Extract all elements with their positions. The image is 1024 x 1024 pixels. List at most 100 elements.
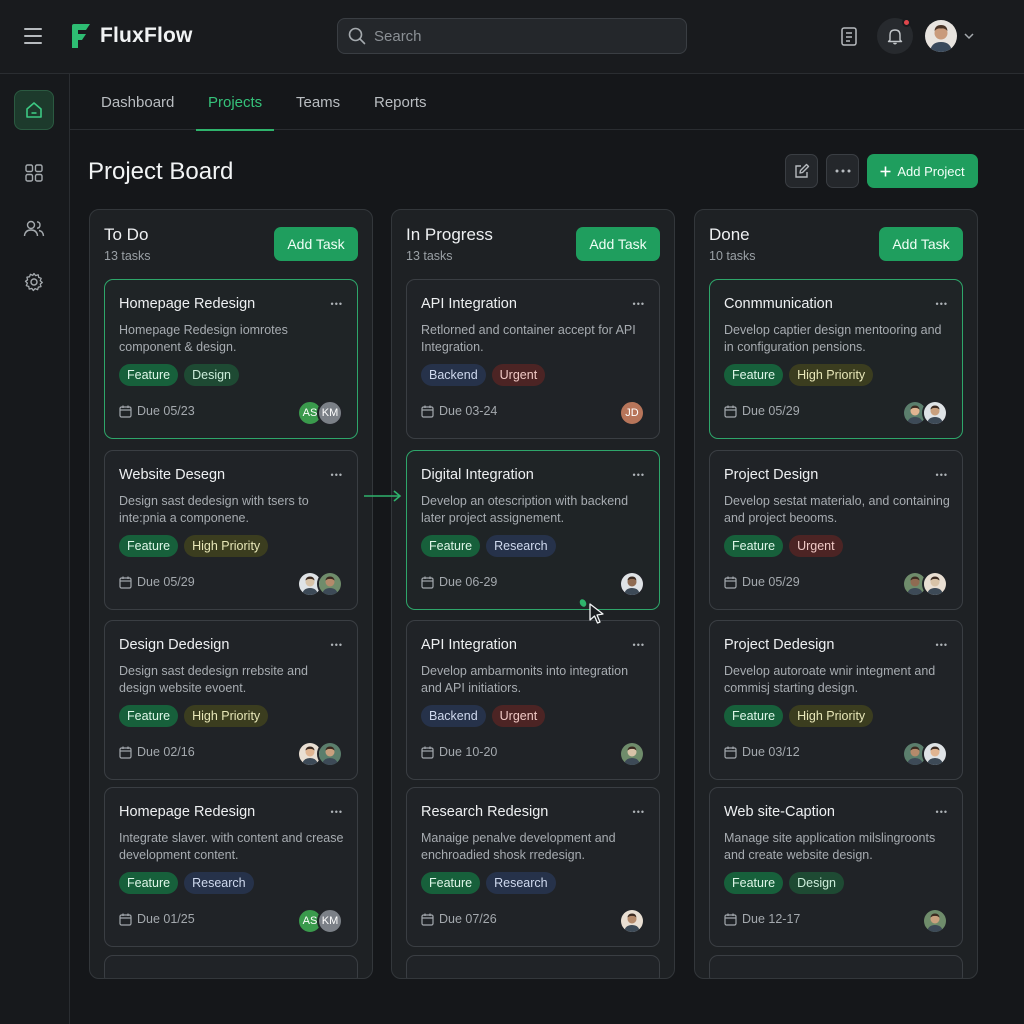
tab-reports[interactable]: Reports (374, 74, 427, 130)
due-date: Due 10-20 (421, 745, 497, 759)
tag-badge[interactable]: Feature (119, 872, 179, 894)
column-title: Done (709, 225, 750, 244)
calendar-icon (724, 746, 737, 759)
tag-badge[interactable]: Urgent (789, 535, 843, 557)
column-to-do: To Do 13 tasks Add Task Homepage Redesign ••… (89, 209, 373, 979)
assignee-avatar[interactable] (619, 741, 645, 767)
plus-icon (880, 166, 891, 176)
task-card[interactable]: Web site-Caption ••• Manage site applicati… (709, 787, 963, 947)
tag-badge[interactable]: High Priority (789, 705, 874, 727)
tab-projects[interactable]: Projects (196, 74, 275, 131)
assignee-avatar[interactable] (619, 908, 645, 934)
tag-badge[interactable]: Feature (724, 872, 784, 894)
tag-badge[interactable]: High Priority (789, 364, 874, 386)
task-card[interactable]: Homepage Redesign ••• Homepage Redesign io… (104, 279, 358, 439)
search-input[interactable] (374, 27, 664, 45)
more-icon[interactable]: ••• (936, 640, 948, 650)
tag-badge[interactable]: Feature (421, 872, 481, 894)
tag-badge[interactable]: Feature (724, 535, 784, 557)
add-task-button[interactable]: Add Task (576, 227, 660, 261)
assignee-avatar[interactable] (922, 571, 948, 597)
task-card[interactable]: Website Desegn ••• Design sast dedesign wi… (104, 450, 358, 610)
clipboard-icon[interactable] (839, 26, 859, 46)
sidebar-item-settings[interactable] (14, 262, 54, 302)
task-card[interactable]: API Integration ••• Develop ambarmonits in… (406, 620, 660, 780)
assignee-avatar[interactable] (922, 908, 948, 934)
tag-badge[interactable]: Urgent (491, 364, 546, 386)
sidebar-item-grid[interactable] (14, 153, 54, 193)
task-tags: Feature Design (119, 364, 240, 386)
more-icon[interactable]: ••• (331, 640, 343, 650)
more-icon[interactable]: ••• (633, 640, 645, 650)
tag-badge[interactable]: Backend (421, 364, 486, 386)
tag-badge[interactable]: Backend (421, 705, 486, 727)
tag-badge[interactable]: Research (486, 872, 556, 894)
edit-button[interactable] (785, 154, 818, 188)
more-icon[interactable]: ••• (331, 470, 343, 480)
assignee-avatar[interactable] (619, 571, 645, 597)
sidebar-item-users[interactable] (14, 208, 54, 248)
more-icon[interactable]: ••• (936, 299, 948, 309)
tag-badge[interactable]: Feature (119, 535, 179, 557)
more-icon[interactable]: ••• (331, 299, 343, 309)
task-description: Manage site application milslingroonts a… (724, 831, 936, 862)
assignee-avatar[interactable] (317, 741, 343, 767)
task-card[interactable]: Conmmunication ••• Develop captier design … (709, 279, 963, 439)
add-task-button[interactable]: Add Task (879, 227, 963, 261)
search-bar[interactable] (337, 18, 687, 54)
tag-badge[interactable]: Research (184, 872, 254, 894)
task-card[interactable]: Project Dedesign ••• Develop autoroate wni… (709, 620, 963, 780)
assignee-avatar[interactable] (317, 571, 343, 597)
due-date-label: Due 06-29 (439, 575, 498, 589)
chevron-down-icon[interactable] (962, 30, 976, 42)
tag-badge[interactable]: Feature (421, 535, 481, 557)
tag-badge[interactable]: Feature (119, 705, 179, 727)
due-date-label: Due 05/29 (742, 575, 800, 589)
task-card[interactable]: Research Redesign ••• Manaige penalve deve… (406, 787, 660, 947)
tab-teams[interactable]: Teams (296, 74, 340, 130)
more-icon[interactable]: ••• (633, 807, 645, 817)
add-task-button[interactable]: Add Task (274, 227, 358, 261)
sidebar-item-home[interactable] (14, 90, 54, 130)
assignee-avatar[interactable] (922, 400, 948, 426)
more-icon[interactable]: ••• (633, 299, 645, 309)
tab-dashboard[interactable]: Dashboard (101, 74, 174, 130)
assignee-avatar[interactable]: JD (619, 400, 645, 426)
add-project-button[interactable]: Add Project (867, 154, 978, 188)
tag-badge[interactable]: Feature (724, 364, 784, 386)
more-icon[interactable]: ••• (936, 807, 948, 817)
tag-badge[interactable]: Feature (724, 705, 784, 727)
more-options-button[interactable] (826, 154, 859, 188)
assignee-avatars (619, 741, 645, 767)
assignee-avatar[interactable] (922, 741, 948, 767)
tag-badge[interactable]: High Priority (184, 705, 269, 727)
assignee-avatar[interactable]: KM (317, 908, 343, 934)
hamburger-icon[interactable] (24, 28, 42, 44)
more-icon[interactable]: ••• (633, 470, 645, 480)
assignee-avatar[interactable]: KM (317, 400, 343, 426)
user-avatar[interactable] (925, 20, 957, 52)
tag-badge[interactable]: High Priority (184, 535, 269, 557)
tag-badge[interactable]: Research (486, 535, 556, 557)
column-title: In Progress (406, 225, 493, 244)
task-card[interactable]: Homepage Redesign ••• Integrate slaver. wi… (104, 787, 358, 947)
more-icon[interactable]: ••• (936, 470, 948, 480)
task-card[interactable]: Design Dedesign ••• Design sast dedesign r… (104, 620, 358, 780)
task-card[interactable]: Digital Integration ••• Develop an otescri… (406, 450, 660, 610)
edit-icon (794, 163, 809, 178)
tag-badge[interactable]: Design (789, 872, 845, 894)
task-card[interactable]: Project Design ••• Develop sestat material… (709, 450, 963, 610)
notifications-button[interactable] (877, 18, 913, 54)
tag-badge[interactable]: Urgent (491, 705, 546, 727)
users-icon (23, 220, 45, 237)
tag-badge[interactable]: Feature (119, 364, 179, 386)
grid-icon (25, 164, 43, 182)
task-card[interactable]: API Integration ••• Retlorned and containe… (406, 279, 660, 439)
more-icon[interactable]: ••• (331, 807, 343, 817)
due-date-label: Due 02/16 (137, 745, 195, 759)
app-logo[interactable]: FluxFlow (68, 22, 193, 50)
app-name: FluxFlow (100, 24, 193, 47)
due-date-label: Due 12-17 (742, 912, 801, 926)
assignee-avatars (902, 400, 948, 426)
tag-badge[interactable]: Design (184, 364, 240, 386)
